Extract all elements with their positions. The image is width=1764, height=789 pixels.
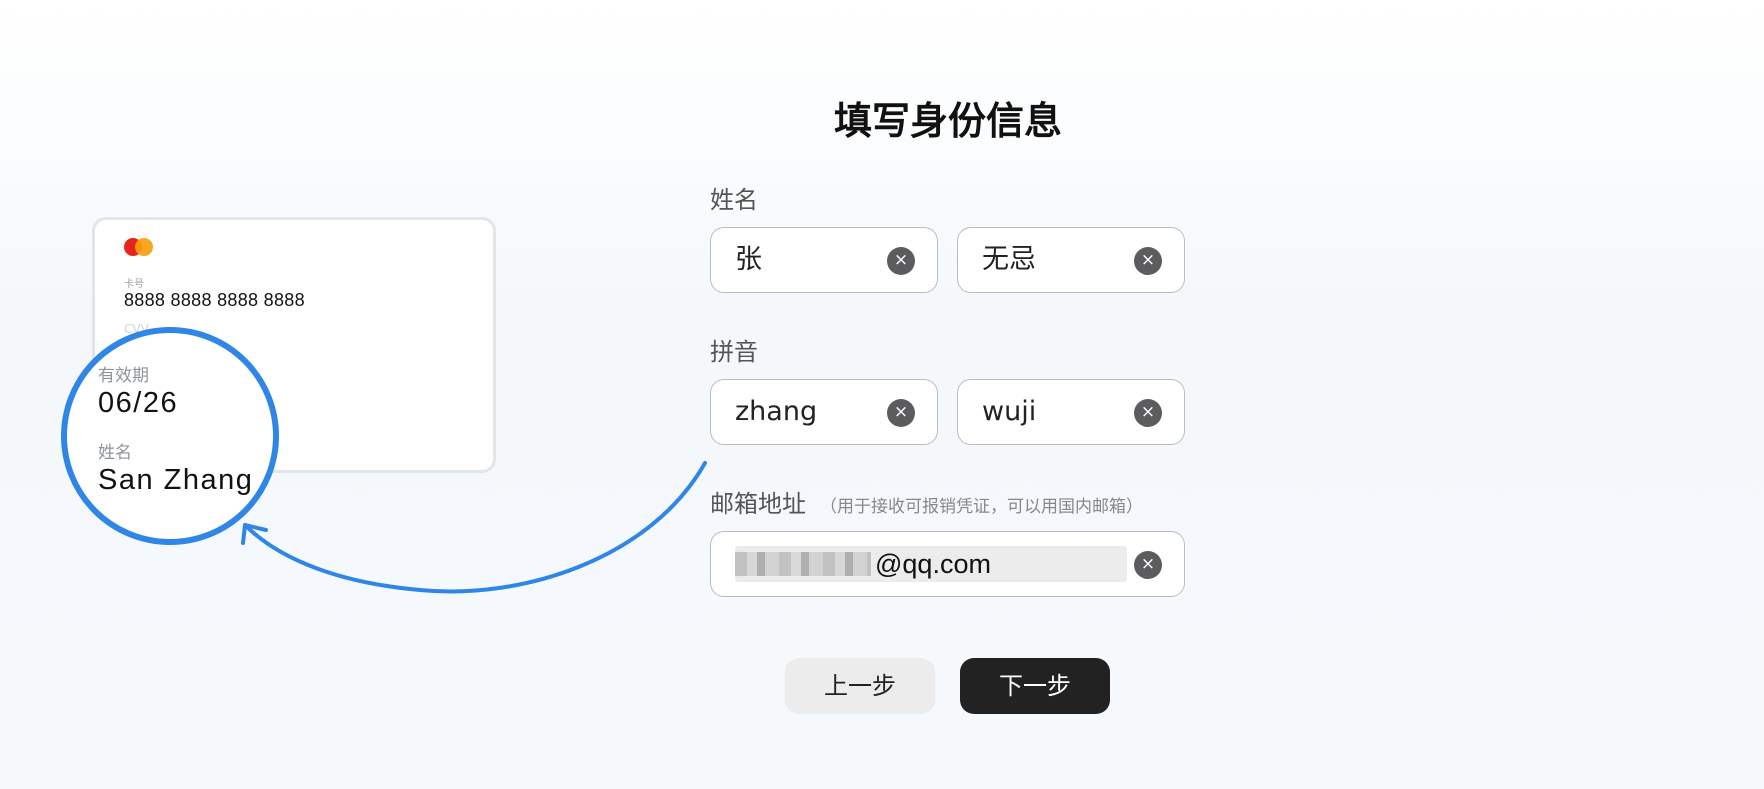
pinyin-label: 拼音 (710, 338, 758, 366)
page-title: 填写身份信息 (833, 99, 1062, 143)
clear-icon[interactable]: × (1134, 551, 1162, 579)
clear-icon[interactable]: × (1134, 399, 1162, 427)
cardholder-name-label: 姓名 (98, 443, 132, 463)
pinyin-given-value: wuji (982, 396, 1037, 427)
pinyin-surname-input[interactable]: zhang × (710, 379, 938, 445)
card-number: 8888 8888 8888 8888 (124, 290, 305, 310)
clear-icon[interactable]: × (887, 399, 915, 427)
surname-value: 张 (735, 244, 762, 275)
clear-icon[interactable]: × (1134, 247, 1162, 275)
name-label: 姓名 (710, 186, 758, 214)
given-name-input[interactable]: 无忌 × (957, 227, 1185, 293)
email-label: 邮箱地址 (710, 490, 806, 518)
redacted-block (735, 552, 871, 576)
given-name-value: 无忌 (982, 244, 1036, 275)
email-domain-text: @qq.com (875, 549, 991, 579)
email-input[interactable]: @qq.com × (710, 531, 1185, 597)
email-hint: （用于接收可报销凭证，可以用国内邮箱） (820, 497, 1143, 517)
expiry-value: 06/26 (98, 387, 179, 419)
prev-button[interactable]: 上一步 (785, 658, 935, 714)
magnifier-circle: 有效期 06/26 姓名 San Zhang (61, 327, 279, 545)
expiry-label: 有效期 (98, 366, 149, 386)
email-value: @qq.com (735, 546, 1127, 582)
clear-icon[interactable]: × (887, 247, 915, 275)
card-number-label: 卡号 (124, 279, 144, 290)
email-label-row: 邮箱地址 （用于接收可报销凭证，可以用国内邮箱） (710, 484, 1143, 519)
next-button[interactable]: 下一步 (960, 658, 1110, 714)
cardholder-name-value: San Zhang (98, 464, 254, 496)
mastercard-logo-icon (124, 238, 156, 258)
surname-input[interactable]: 张 × (710, 227, 938, 293)
pinyin-surname-value: zhang (735, 396, 818, 427)
pinyin-given-input[interactable]: wuji × (957, 379, 1185, 445)
